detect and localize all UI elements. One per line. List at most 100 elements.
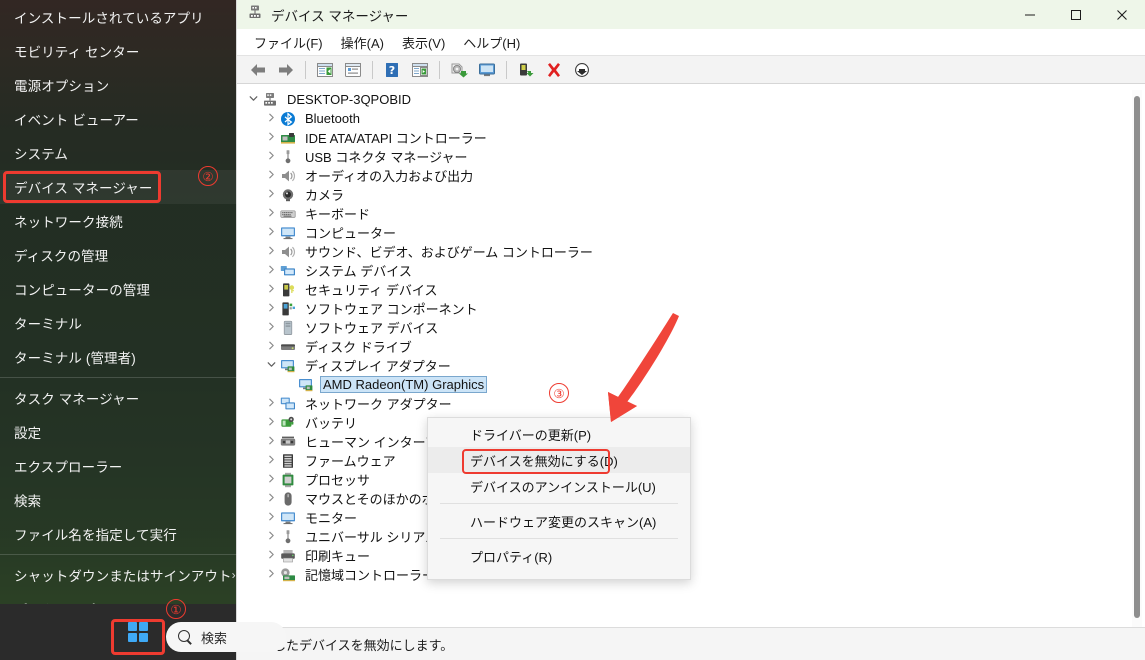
chevron-right-icon[interactable]: [263, 531, 279, 543]
network-adapter-icon: [279, 396, 297, 412]
tree-node-9[interactable]: システム デバイス: [237, 261, 1145, 280]
chevron-right-icon[interactable]: [263, 227, 279, 239]
maximize-button[interactable]: [1053, 0, 1099, 29]
show-hide-console-tree-icon[interactable]: [312, 58, 338, 82]
forward-arrow-icon[interactable]: [273, 58, 299, 82]
tree-node-1[interactable]: Bluetooth: [237, 109, 1145, 128]
chevron-right-icon[interactable]: [263, 398, 279, 410]
update-driver-icon[interactable]: [446, 58, 472, 82]
tree-node-14[interactable]: ディスプレイ アダプター: [237, 356, 1145, 375]
tree-node-3[interactable]: USB コネクタ マネージャー: [237, 147, 1145, 166]
tree-node-25[interactable]: 記憶域コントローラー: [237, 565, 1145, 584]
chevron-right-icon[interactable]: [263, 284, 279, 296]
winx-menu-item-label: ネットワーク接続: [14, 215, 123, 230]
winx-menu-item-19[interactable]: デスクトップ: [0, 592, 239, 604]
winx-menu-item-4[interactable]: システム: [0, 136, 239, 170]
chevron-right-icon[interactable]: [263, 474, 279, 486]
tree-node-16[interactable]: ネットワーク アダプター: [237, 394, 1145, 413]
winx-menu-item-3[interactable]: イベント ビューアー: [0, 102, 239, 136]
chevron-right-icon[interactable]: [263, 208, 279, 220]
chevron-right-icon[interactable]: [263, 417, 279, 429]
tree-node-11[interactable]: ソフトウェア コンポーネント: [237, 299, 1145, 318]
chevron-right-icon[interactable]: [263, 246, 279, 258]
menu-2[interactable]: 表示(V): [393, 31, 454, 54]
winx-menu-item-10[interactable]: ターミナル (管理者): [0, 340, 239, 374]
chevron-right-icon[interactable]: [263, 303, 279, 315]
winx-menu-item-8[interactable]: コンピューターの管理: [0, 272, 239, 306]
tree-node-24[interactable]: 印刷キュー: [237, 546, 1145, 565]
context-menu-item-6[interactable]: プロパティ(R): [428, 543, 690, 569]
tree-node-label: システム デバイス: [305, 264, 412, 279]
tree-node-23[interactable]: ユニバーサル シリアル バス コントローラー: [237, 527, 1145, 546]
winx-menu-item-16[interactable]: ファイル名を指定して実行: [0, 517, 239, 551]
tree-vertical-scrollbar[interactable]: [1132, 90, 1142, 642]
winx-menu-item-14[interactable]: エクスプローラー: [0, 449, 239, 483]
winx-menu-item-2[interactable]: 電源オプション: [0, 68, 239, 102]
winx-menu-item-6[interactable]: ネットワーク接続: [0, 204, 239, 238]
display-icon[interactable]: [474, 58, 500, 82]
device-context-menu[interactable]: ドライバーの更新(P) デバイスを無効にする(D) デバイスのアンインストール(U)…: [427, 417, 691, 580]
chevron-right-icon[interactable]: [263, 189, 279, 201]
device-tree[interactable]: DESKTOP-3QPOBID Bluetooth IDE ATA/ATAPI コン…: [237, 86, 1145, 627]
menu-1[interactable]: 操作(A): [332, 31, 393, 54]
properties-icon[interactable]: [340, 58, 366, 82]
chevron-right-icon[interactable]: [263, 512, 279, 524]
chevron-right-icon[interactable]: [263, 170, 279, 182]
winx-menu-item-15[interactable]: 検索: [0, 483, 239, 517]
winx-menu-item-1[interactable]: モビリティ センター: [0, 34, 239, 68]
back-arrow-icon[interactable]: [245, 58, 271, 82]
context-menu-item-2[interactable]: デバイスのアンインストール(U): [428, 473, 690, 499]
chevron-right-icon[interactable]: [263, 569, 279, 581]
winx-menu-item-0[interactable]: インストールされているアプリ: [0, 0, 239, 34]
tree-node-22[interactable]: モニター: [237, 508, 1145, 527]
chevron-right-icon[interactable]: [263, 493, 279, 505]
chevron-right-icon[interactable]: [263, 550, 279, 562]
scan-view-icon[interactable]: [407, 58, 433, 82]
tree-node-12[interactable]: ソフトウェア デバイス: [237, 318, 1145, 337]
chevron-right-icon[interactable]: [263, 265, 279, 277]
chevron-right-icon[interactable]: [263, 341, 279, 353]
enable-device-icon[interactable]: [513, 58, 539, 82]
tree-node-21[interactable]: マウスとそのほかのポインティング デバイス: [237, 489, 1145, 508]
disable-device-icon[interactable]: [569, 58, 595, 82]
tree-node-20[interactable]: プロセッサ: [237, 470, 1145, 489]
chevron-right-icon[interactable]: [263, 436, 279, 448]
help-icon[interactable]: ?: [379, 58, 405, 82]
chevron-down-icon[interactable]: [263, 360, 279, 372]
close-button[interactable]: [1099, 0, 1145, 29]
chevron-right-icon[interactable]: [263, 151, 279, 163]
tree-node-4[interactable]: オーディオの入力および出力: [237, 166, 1145, 185]
chevron-right-icon[interactable]: [263, 322, 279, 334]
start-button[interactable]: [116, 614, 160, 650]
chevron-right-icon[interactable]: [263, 132, 279, 144]
tree-node-0[interactable]: DESKTOP-3QPOBID: [237, 90, 1145, 109]
tree-node-18[interactable]: ヒューマン インターフェイス デバイス: [237, 432, 1145, 451]
minimize-button[interactable]: [1007, 0, 1053, 29]
tree-node-10[interactable]: セキュリティ デバイス: [237, 280, 1145, 299]
uninstall-device-icon[interactable]: [541, 58, 567, 82]
winx-menu-item-12[interactable]: タスク マネージャー: [0, 381, 239, 415]
chevron-down-icon[interactable]: [245, 94, 261, 106]
winx-menu-item-9[interactable]: ターミナル: [0, 306, 239, 340]
tree-node-6[interactable]: キーボード: [237, 204, 1145, 223]
tree-node-5[interactable]: カメラ: [237, 185, 1145, 204]
tree-node-7[interactable]: コンピューター: [237, 223, 1145, 242]
menu-3[interactable]: ヘルプ(H): [454, 31, 529, 54]
context-menu-item-4[interactable]: ハードウェア変更のスキャン(A): [428, 508, 690, 534]
winx-menu-item-13[interactable]: 設定: [0, 415, 239, 449]
winx-menu-item-7[interactable]: ディスクの管理: [0, 238, 239, 272]
tree-node-13[interactable]: ディスク ドライブ: [237, 337, 1145, 356]
taskbar-search-box[interactable]: 検索: [166, 622, 286, 652]
menu-0[interactable]: ファイル(F): [245, 31, 332, 54]
tree-node-17[interactable]: バッテリ: [237, 413, 1145, 432]
chevron-right-icon[interactable]: [263, 455, 279, 467]
tree-node-19[interactable]: ファームウェア: [237, 451, 1145, 470]
context-menu-item-1[interactable]: デバイスを無効にする(D): [428, 447, 690, 473]
chevron-right-icon[interactable]: [263, 113, 279, 125]
tree-node-label: USB コネクタ マネージャー: [305, 150, 468, 165]
tree-node-15[interactable]: AMD Radeon(TM) Graphics: [237, 375, 1145, 394]
winx-menu-item-18[interactable]: シャットダウンまたはサインアウト ›: [0, 558, 239, 592]
tree-node-8[interactable]: サウンド、ビデオ、およびゲーム コントローラー: [237, 242, 1145, 261]
scrollbar-thumb[interactable]: [1134, 96, 1140, 618]
tree-node-2[interactable]: IDE ATA/ATAPI コントローラー: [237, 128, 1145, 147]
